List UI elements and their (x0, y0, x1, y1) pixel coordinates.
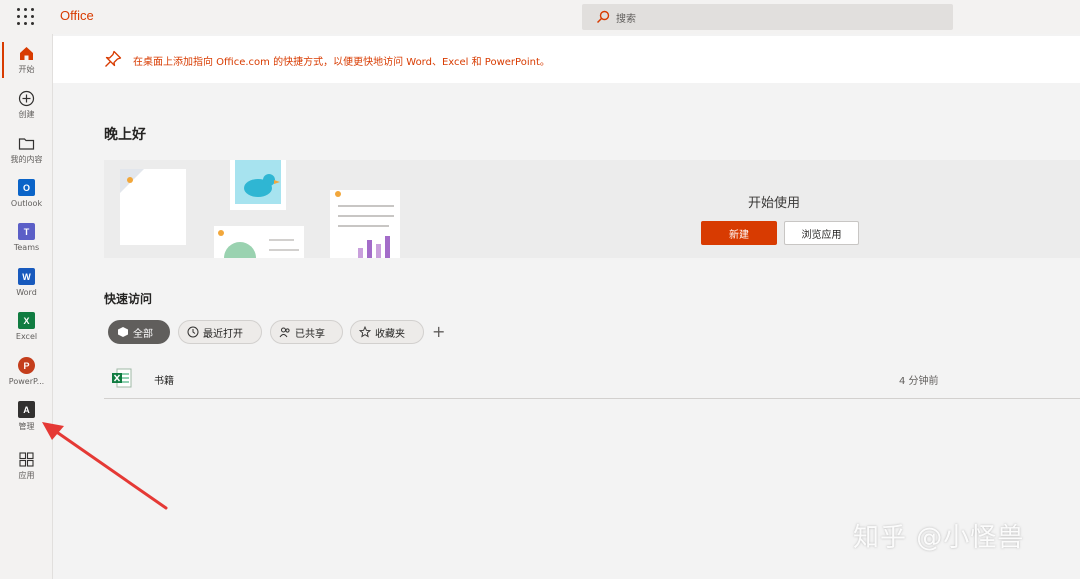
rail-label: Excel (15, 332, 38, 341)
filter-shared[interactable]: 已共享 (270, 320, 343, 344)
banner-text: 在桌面上添加指向 Office.com 的快捷方式，以便更快地访问 Word、E… (133, 57, 550, 68)
file-name[interactable]: 书籍 (154, 372, 174, 387)
quick-access-title: 快速访问 (104, 292, 153, 306)
home-icon (20, 47, 33, 60)
star-icon (359, 326, 371, 338)
filter-all[interactable]: 全部 (108, 320, 170, 344)
top-bar: Office 搜索 (0, 0, 1080, 34)
get-started-hero (104, 160, 1080, 258)
watermark: 知乎 @小怪兽 (853, 523, 1025, 553)
people-icon (279, 327, 290, 338)
filter-label: 已共享 (295, 328, 325, 340)
app-launcher-icon[interactable] (17, 8, 35, 26)
file-time: 4 分钟前 (899, 376, 939, 387)
filter-label: 最近打开 (203, 328, 243, 340)
rail-label: Teams (13, 243, 40, 252)
greeting-title: 晚上好 (104, 127, 146, 143)
filter-favorites[interactable]: 收藏夹 (350, 320, 424, 344)
pin-icon (105, 50, 122, 67)
rail-item-my-content[interactable]: 我的内容 (0, 128, 53, 172)
folder-icon (18, 138, 35, 150)
rail-label: 开始 (18, 65, 35, 74)
office-brand[interactable]: Office (60, 8, 94, 23)
table-row[interactable]: 书籍 4 分钟前 (104, 362, 1080, 399)
word-icon: W (18, 268, 35, 285)
outlook-icon: O (18, 179, 35, 196)
rail-label: PowerP... (8, 377, 45, 386)
powerpoint-icon: P (18, 357, 35, 374)
new-button[interactable]: 新建 (701, 221, 777, 245)
add-filter-button[interactable]: + (432, 322, 445, 341)
hero-title: 开始使用 (748, 196, 801, 211)
rail-item-teams[interactable]: T Teams (0, 217, 53, 261)
search-placeholder: 搜索 (616, 14, 636, 25)
excel-file-icon (112, 368, 132, 388)
rail-label: 创建 (18, 110, 35, 119)
search-icon (596, 10, 610, 24)
rail-label: 我的内容 (10, 155, 43, 164)
filter-label: 全部 (133, 328, 153, 340)
rail-item-create[interactable]: 创建 (0, 83, 53, 127)
filter-recent[interactable]: 最近打开 (178, 320, 262, 344)
admin-icon: A (18, 401, 35, 418)
rail-item-outlook[interactable]: O Outlook (0, 173, 53, 217)
rail-item-excel[interactable]: X Excel (0, 306, 53, 350)
search-input[interactable]: 搜索 (582, 4, 953, 30)
clock-icon (187, 326, 199, 338)
cube-icon (118, 327, 128, 337)
rail-item-powerpoint[interactable]: P PowerP... (0, 351, 53, 395)
shortcut-banner[interactable]: 在桌面上添加指向 Office.com 的快捷方式，以便更快地访问 Word、E… (53, 36, 1080, 83)
rail-label: Outlook (10, 199, 43, 208)
rail-item-home[interactable]: 开始 (0, 38, 53, 82)
hero-illustration (120, 160, 400, 258)
apps-icon (19, 452, 34, 467)
rail-item-word[interactable]: W Word (0, 262, 53, 306)
annotation-arrow (42, 422, 168, 510)
filter-label: 收藏夹 (375, 328, 405, 340)
plus-circle-icon (18, 90, 35, 107)
rail-label: Word (16, 288, 37, 297)
excel-icon: X (18, 312, 35, 329)
teams-icon: T (18, 223, 35, 240)
browse-apps-button[interactable]: 浏览应用 (784, 221, 859, 245)
